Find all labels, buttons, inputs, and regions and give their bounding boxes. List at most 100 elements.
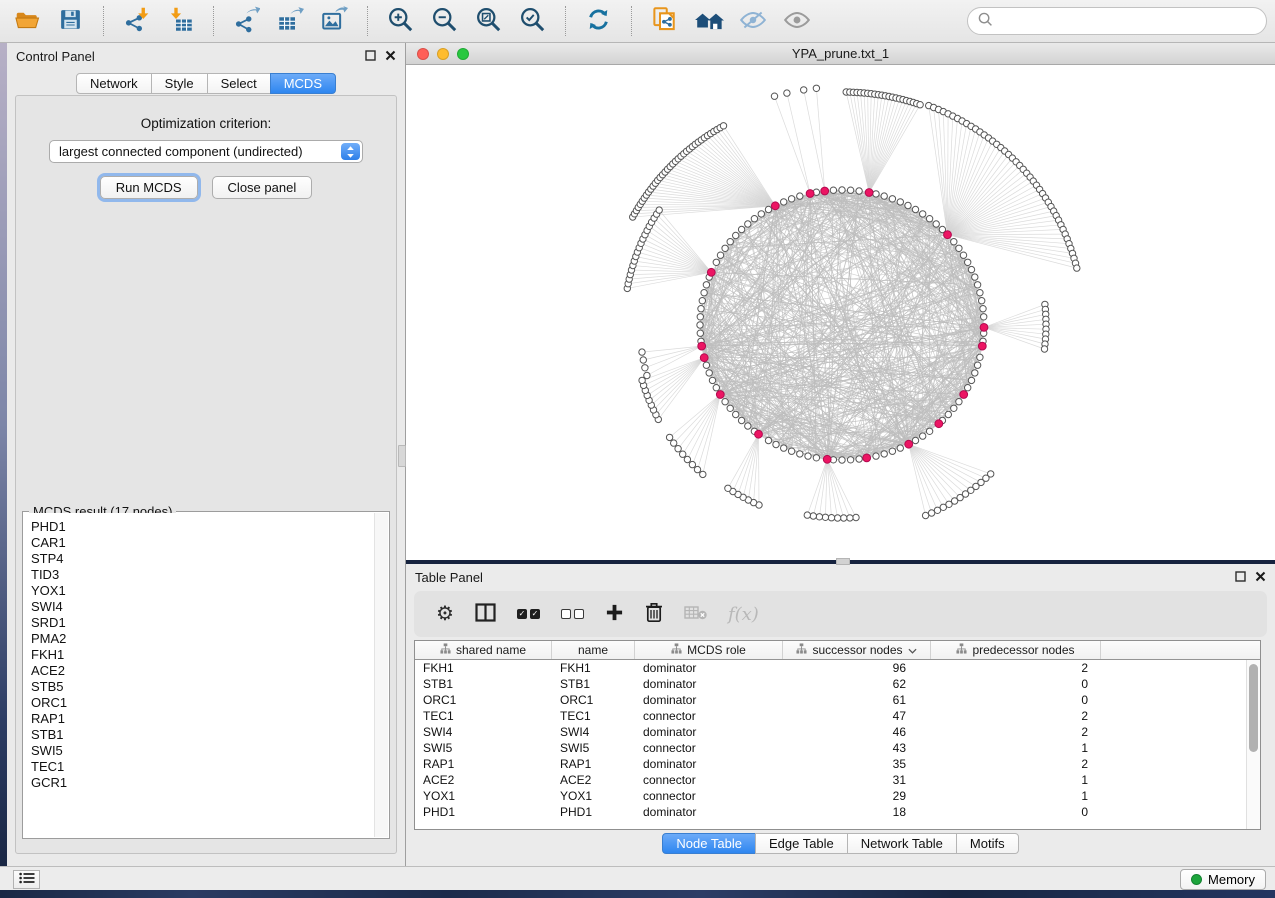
import-network-button[interactable] (118, 3, 155, 39)
cell-predecessor_nodes: 1 (931, 740, 1101, 756)
column-header-predecessor-nodes[interactable]: predecessor nodes (931, 641, 1101, 659)
save-button[interactable] (52, 3, 89, 39)
tab-edge-table[interactable]: Edge Table (755, 833, 848, 854)
deselect-all-rows-button[interactable] (561, 609, 584, 619)
plus-icon (605, 603, 624, 625)
import-table-button[interactable] (162, 3, 199, 39)
dropdown-stepper-icon (341, 143, 360, 160)
cell-name: RAP1 (552, 756, 635, 772)
table-scrollbar[interactable] (1246, 660, 1260, 829)
mcds-result-list[interactable]: PHD1CAR1STP4TID3YOX1SWI4SRD1PMA2FKH1ACE2… (24, 513, 374, 837)
tab-select[interactable]: Select (207, 73, 271, 94)
close-panel-icon[interactable] (1255, 571, 1266, 582)
mcds-result-item[interactable]: TEC1 (31, 759, 374, 775)
table-settings-button[interactable]: ⚙ (436, 604, 454, 624)
cell-name: TEC1 (552, 708, 635, 724)
list-scrollbar[interactable] (374, 513, 388, 837)
cell-mcds_role: dominator (635, 804, 783, 820)
tab-mcds[interactable]: MCDS (270, 73, 336, 94)
mcds-result-item[interactable]: GCR1 (31, 775, 374, 791)
close-panel-icon[interactable] (385, 50, 396, 61)
zoom-selected-button[interactable] (514, 3, 551, 39)
export-image-button[interactable] (316, 3, 353, 39)
tab-style[interactable]: Style (151, 73, 208, 94)
table-row[interactable]: STB1STB1dominator620 (415, 676, 1246, 692)
criterion-dropdown[interactable]: largest connected component (undirected) (49, 140, 363, 163)
hide-selected-button[interactable] (734, 3, 771, 39)
mcds-result-item[interactable]: STB1 (31, 727, 374, 743)
export-table-button[interactable] (272, 3, 309, 39)
table-row[interactable]: TEC1TEC1connector472 (415, 708, 1246, 724)
sort-down-icon (908, 643, 917, 657)
table-row[interactable]: FKH1FKH1dominator962 (415, 660, 1246, 676)
cell-predecessor_nodes: 2 (931, 756, 1101, 772)
column-header-shared-name[interactable]: shared name (415, 641, 552, 659)
first-neighbors-button[interactable] (690, 3, 727, 39)
clone-network-button[interactable] (646, 3, 683, 39)
table-row[interactable]: ACE2ACE2connector311 (415, 772, 1246, 788)
mcds-result-item[interactable]: ACE2 (31, 663, 374, 679)
mcds-result-item[interactable]: TID3 (31, 567, 374, 583)
cell-mcds_role: connector (635, 708, 783, 724)
zoom-in-button[interactable] (382, 3, 419, 39)
delete-column-button[interactable] (645, 602, 663, 626)
mcds-result-item[interactable]: PMA2 (31, 631, 374, 647)
network-canvas[interactable] (406, 65, 1275, 560)
table-row[interactable]: ORC1ORC1dominator610 (415, 692, 1246, 708)
scrollbar-thumb[interactable] (1249, 664, 1258, 752)
float-panel-icon[interactable] (1235, 571, 1246, 582)
mcds-result-item[interactable]: SWI5 (31, 743, 374, 759)
column-header-name[interactable]: name (552, 641, 635, 659)
cell-name: FKH1 (552, 660, 635, 676)
show-all-button[interactable] (778, 3, 815, 39)
mcds-result-item[interactable]: SWI4 (31, 599, 374, 615)
column-header-MCDS-role[interactable]: MCDS role (635, 641, 783, 659)
create-column-button[interactable] (605, 603, 624, 625)
task-history-button[interactable] (13, 870, 40, 889)
tab-node-table[interactable]: Node Table (662, 833, 756, 854)
close-panel-button[interactable]: Close panel (212, 176, 313, 199)
horizontal-splitter-handle[interactable] (836, 558, 850, 565)
mcds-result-item[interactable]: STB5 (31, 679, 374, 695)
cell-shared_name: SWI4 (415, 724, 552, 740)
select-all-rows-button[interactable]: ✓✓ (517, 609, 540, 619)
cell-mcds_role: dominator (635, 676, 783, 692)
open-file-button[interactable] (8, 3, 45, 39)
network-window-titlebar[interactable]: YPA_prune.txt_1 (406, 43, 1275, 65)
table-row[interactable]: PHD1PHD1dominator180 (415, 804, 1246, 820)
refresh-button[interactable] (580, 3, 617, 39)
tab-network[interactable]: Network (76, 73, 152, 94)
mcds-result-item[interactable]: YOX1 (31, 583, 374, 599)
zoom-out-button[interactable] (426, 3, 463, 39)
mcds-result-item[interactable]: STP4 (31, 551, 374, 567)
run-mcds-button[interactable]: Run MCDS (100, 176, 198, 199)
mcds-result-item[interactable]: PHD1 (31, 519, 374, 535)
tab-network-table[interactable]: Network Table (847, 833, 957, 854)
cell-successor_nodes: 43 (783, 740, 931, 756)
vertical-splitter-handle[interactable] (398, 445, 406, 467)
mcds-result-item[interactable]: RAP1 (31, 711, 374, 727)
cell-successor_nodes: 62 (783, 676, 931, 692)
float-panel-icon[interactable] (365, 50, 376, 61)
cell-name: STB1 (552, 676, 635, 692)
mcds-result-item[interactable]: CAR1 (31, 535, 374, 551)
column-header-successor-nodes[interactable]: successor nodes (783, 641, 931, 659)
tab-motifs[interactable]: Motifs (956, 833, 1019, 854)
function-builder-button[interactable]: f(x) (728, 604, 759, 625)
table-toolbar: ⚙ ✓✓ f(x) (414, 591, 1267, 637)
zoom-fit-button[interactable] (470, 3, 507, 39)
network-graph[interactable] (406, 65, 1275, 560)
search-input[interactable] (999, 14, 1256, 29)
table-row[interactable]: RAP1RAP1dominator352 (415, 756, 1246, 772)
table-row[interactable]: SWI5SWI5connector431 (415, 740, 1246, 756)
memory-button[interactable]: Memory (1180, 869, 1266, 890)
show-columns-button[interactable] (475, 603, 496, 625)
mcds-result-item[interactable]: ORC1 (31, 695, 374, 711)
export-network-button[interactable] (228, 3, 265, 39)
mcds-result-item[interactable]: SRD1 (31, 615, 374, 631)
delete-table-button[interactable] (684, 605, 707, 623)
mcds-result-item[interactable]: FKH1 (31, 647, 374, 663)
table-row[interactable]: YOX1YOX1connector291 (415, 788, 1246, 804)
cell-shared_name: YOX1 (415, 788, 552, 804)
table-row[interactable]: SWI4SWI4dominator462 (415, 724, 1246, 740)
